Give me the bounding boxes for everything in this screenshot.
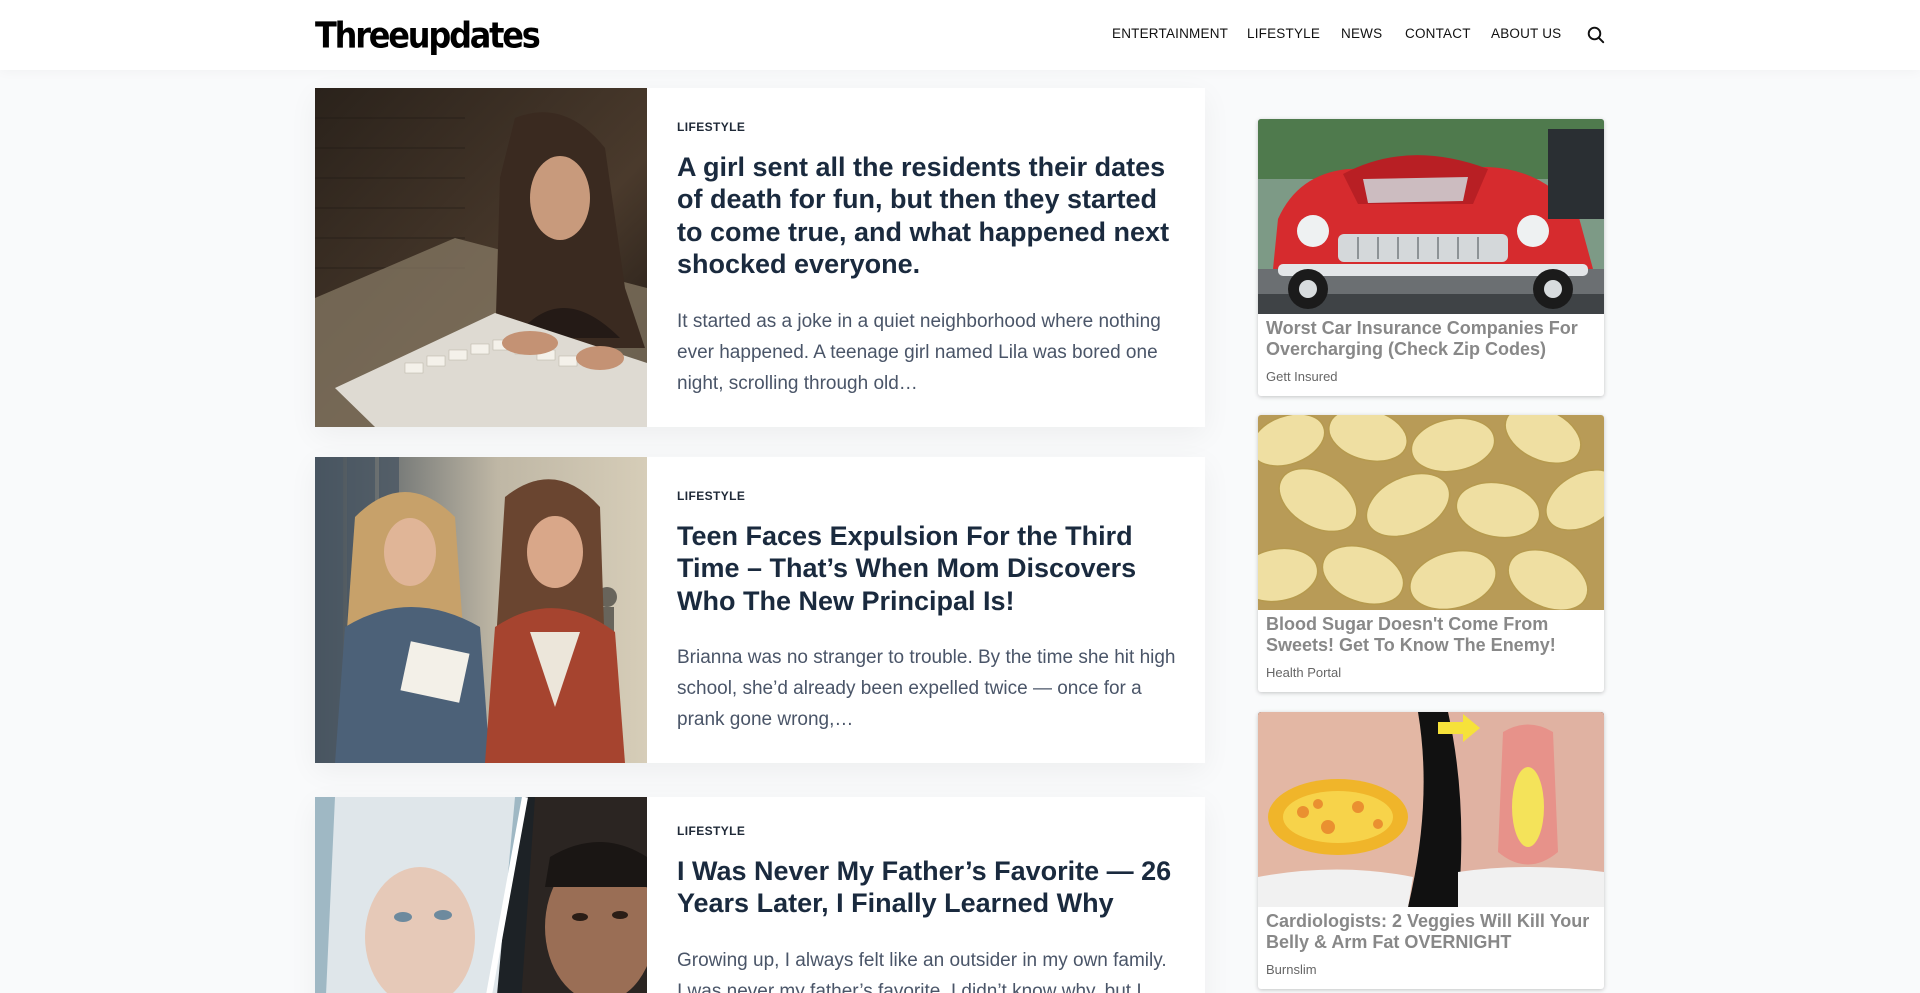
article-card: LIFESTYLE Teen Faces Expulsion For the T… xyxy=(315,457,1205,763)
article-thumbnail[interactable] xyxy=(315,457,647,763)
ad-image[interactable] xyxy=(1258,712,1604,907)
ad-source: Gett Insured xyxy=(1266,369,1338,384)
article-card: LIFESTYLE I Was Never My Father’s Favori… xyxy=(315,797,1205,993)
nav-item-lifestyle[interactable]: LIFESTYLE xyxy=(1247,26,1320,41)
ad-image[interactable] xyxy=(1258,415,1604,610)
article-content: LIFESTYLE I Was Never My Father’s Favori… xyxy=(677,797,1177,993)
article-title[interactable]: I Was Never My Father’s Favorite — 26 Ye… xyxy=(677,855,1177,920)
article-thumbnail[interactable] xyxy=(315,88,647,427)
main-nav: ENTERTAINMENT LIFESTYLE NEWS CONTACT ABO… xyxy=(1100,26,1920,46)
site-header: Threeupdates ENTERTAINMENT LIFESTYLE NEW… xyxy=(0,0,1920,70)
nav-item-entertainment[interactable]: ENTERTAINMENT xyxy=(1112,26,1228,41)
sponsored-ad[interactable]: Blood Sugar Doesn't Come From Sweets! Ge… xyxy=(1258,415,1604,692)
site-logo[interactable]: Threeupdates xyxy=(315,14,541,57)
sponsored-ad[interactable]: Worst Car Insurance Companies For Overch… xyxy=(1258,119,1604,396)
ad-image[interactable] xyxy=(1258,119,1604,314)
article-card: LIFESTYLE A girl sent all the residents … xyxy=(315,88,1205,427)
ad-source: Burnslim xyxy=(1266,962,1317,977)
ad-title[interactable]: Cardiologists: 2 Veggies Will Kill Your … xyxy=(1266,911,1596,953)
article-category[interactable]: LIFESTYLE xyxy=(677,489,1177,503)
article-category[interactable]: LIFESTYLE xyxy=(677,120,1177,134)
article-excerpt: It started as a joke in a quiet neighbor… xyxy=(677,310,1161,394)
article-thumbnail[interactable] xyxy=(315,797,647,993)
nav-item-about-us[interactable]: ABOUT US xyxy=(1491,26,1561,41)
article-title[interactable]: Teen Faces Expulsion For the Third Time … xyxy=(677,520,1177,617)
article-excerpt: Brianna was no stranger to trouble. By t… xyxy=(677,647,1176,731)
article-excerpt: Growing up, I always felt like an outsid… xyxy=(677,949,1167,993)
ad-title[interactable]: Worst Car Insurance Companies For Overch… xyxy=(1266,318,1596,360)
search-icon[interactable] xyxy=(1587,26,1605,44)
sponsored-ad[interactable]: Cardiologists: 2 Veggies Will Kill Your … xyxy=(1258,712,1604,989)
nav-item-news[interactable]: NEWS xyxy=(1341,26,1382,41)
article-category[interactable]: LIFESTYLE xyxy=(677,824,1177,838)
article-content: LIFESTYLE Teen Faces Expulsion For the T… xyxy=(677,457,1177,735)
ad-source: Health Portal xyxy=(1266,665,1342,680)
nav-item-contact[interactable]: CONTACT xyxy=(1405,26,1471,41)
ad-title[interactable]: Blood Sugar Doesn't Come From Sweets! Ge… xyxy=(1266,614,1596,656)
article-content: LIFESTYLE A girl sent all the residents … xyxy=(677,88,1177,399)
article-title[interactable]: A girl sent all the residents their date… xyxy=(677,151,1177,281)
